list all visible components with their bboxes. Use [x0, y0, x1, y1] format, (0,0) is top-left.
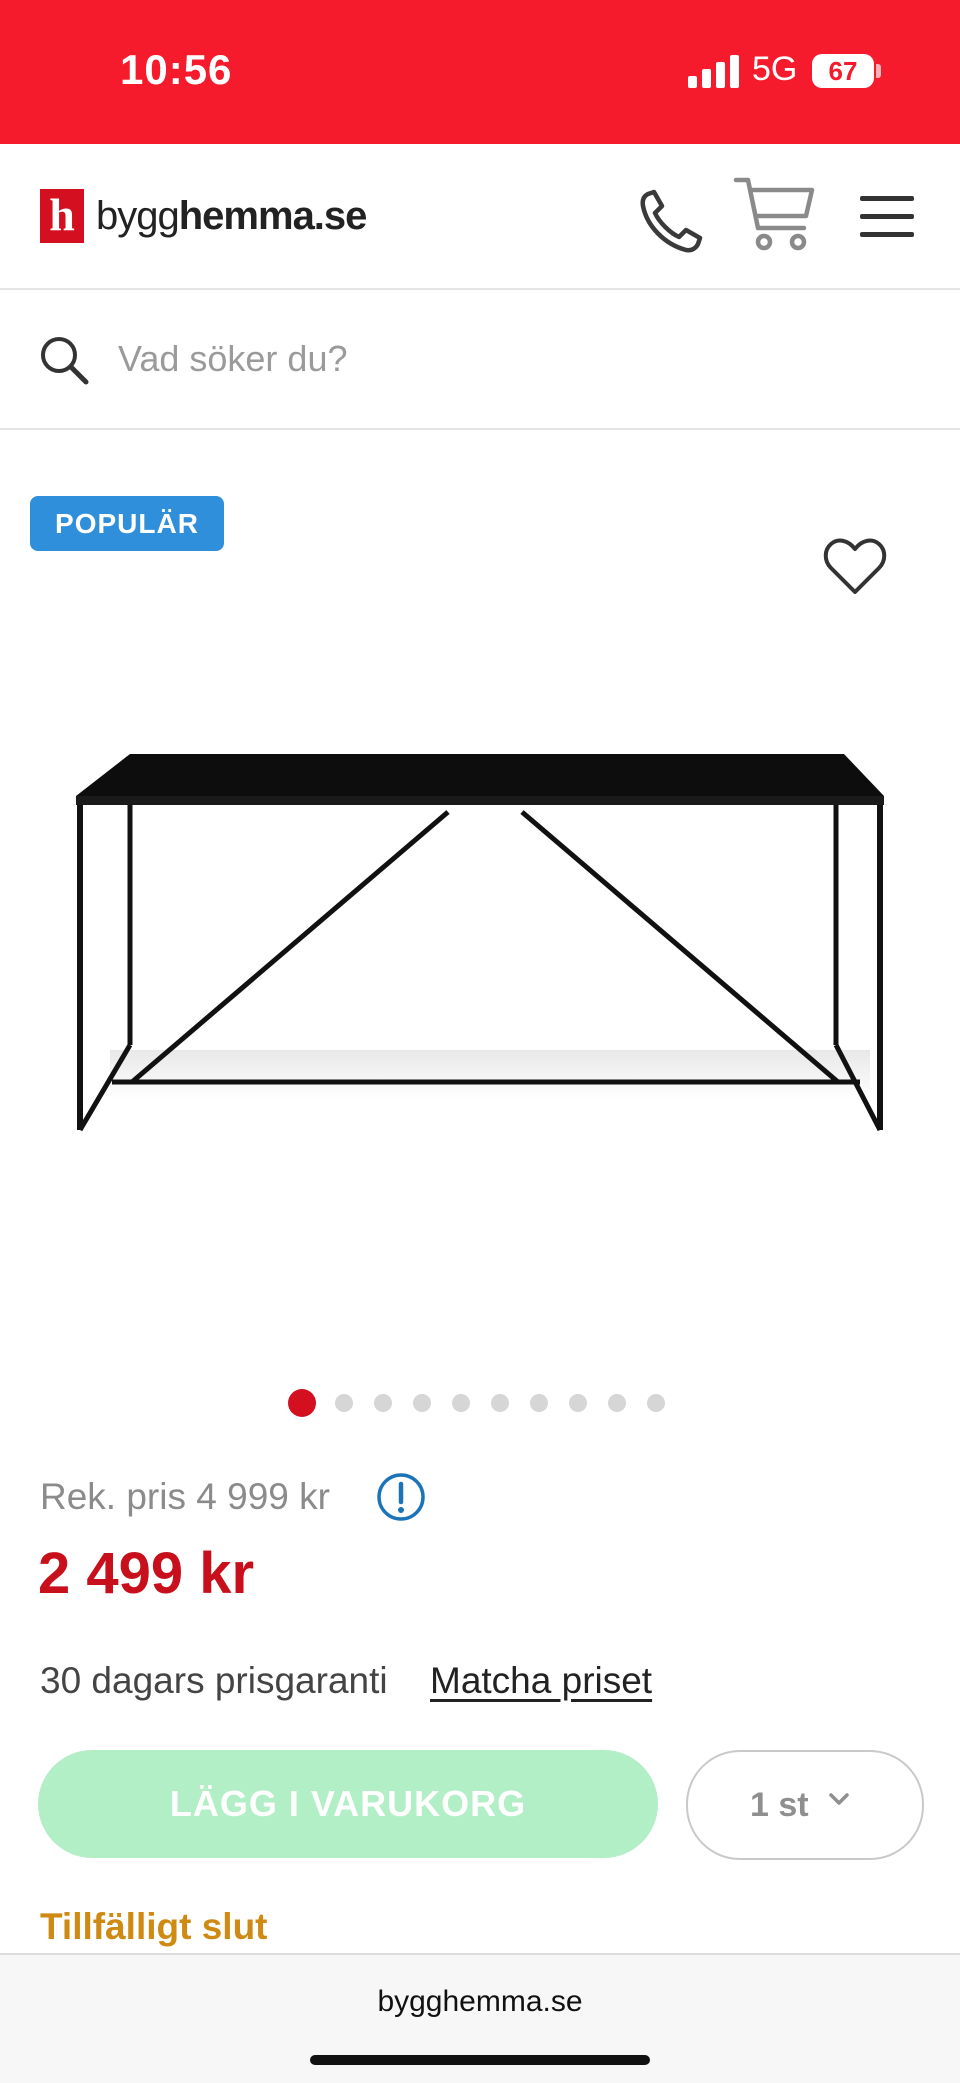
- signal-icon: [688, 54, 740, 88]
- menu-icon[interactable]: [860, 194, 914, 240]
- battery-tip: [876, 64, 881, 78]
- logo-text[interactable]: bygghemma.se: [96, 194, 368, 239]
- price-guarantee: 30 dagars prisgaranti: [40, 1660, 388, 1701]
- gallery-dot[interactable]: [530, 1394, 548, 1412]
- search-icon: [41, 337, 89, 385]
- phone-icon[interactable]: [634, 186, 706, 258]
- gallery-dot[interactable]: [413, 1394, 431, 1412]
- chevron-down-icon: [829, 1793, 849, 1805]
- product-price: 2 499 kr: [38, 1541, 255, 1606]
- logo-text-bold: hemma.se: [178, 194, 368, 238]
- cart-icon[interactable]: [732, 174, 818, 256]
- heart-icon[interactable]: [822, 538, 888, 598]
- gallery-dot[interactable]: [374, 1394, 392, 1412]
- quantity-select[interactable]: 1 st: [686, 1750, 924, 1860]
- logo-mark[interactable]: h: [40, 189, 84, 243]
- home-indicator[interactable]: [310, 2055, 650, 2065]
- gallery-dot[interactable]: [608, 1394, 626, 1412]
- recommended-price: Rek. pris 4 999 kr: [40, 1476, 330, 1517]
- browser-url[interactable]: bygghemma.se: [0, 1985, 960, 2019]
- logo-text-light: bygg: [96, 194, 180, 238]
- status-time: 10:56: [120, 46, 233, 93]
- search-bar[interactable]: Vad söker du?: [0, 290, 960, 430]
- match-price-link[interactable]: Matcha priset: [430, 1660, 652, 1702]
- stock-status: Tillfälligt slut: [40, 1906, 268, 1947]
- product-image[interactable]: [70, 730, 890, 1150]
- gallery-dot[interactable]: [569, 1394, 587, 1412]
- gallery-dot[interactable]: [452, 1394, 470, 1412]
- add-to-cart-button[interactable]: LÄGG I VARUKORG: [38, 1750, 658, 1858]
- quantity-value: 1 st: [750, 1786, 809, 1824]
- battery-icon: 67: [812, 54, 874, 88]
- gallery-dot[interactable]: [647, 1394, 665, 1412]
- gallery-dot-active[interactable]: [288, 1389, 316, 1417]
- gallery-dot[interactable]: [335, 1394, 353, 1412]
- site-header: h bygghemma.se: [0, 144, 960, 290]
- browser-bar: bygghemma.se: [0, 1953, 960, 2083]
- popular-badge: POPULÄR: [30, 496, 224, 551]
- network-type: 5G: [752, 50, 798, 88]
- info-icon[interactable]: [376, 1472, 426, 1522]
- status-bar: 10:56 5G 67: [0, 0, 960, 144]
- gallery-dot[interactable]: [491, 1394, 509, 1412]
- search-input[interactable]: Vad söker du?: [118, 338, 347, 380]
